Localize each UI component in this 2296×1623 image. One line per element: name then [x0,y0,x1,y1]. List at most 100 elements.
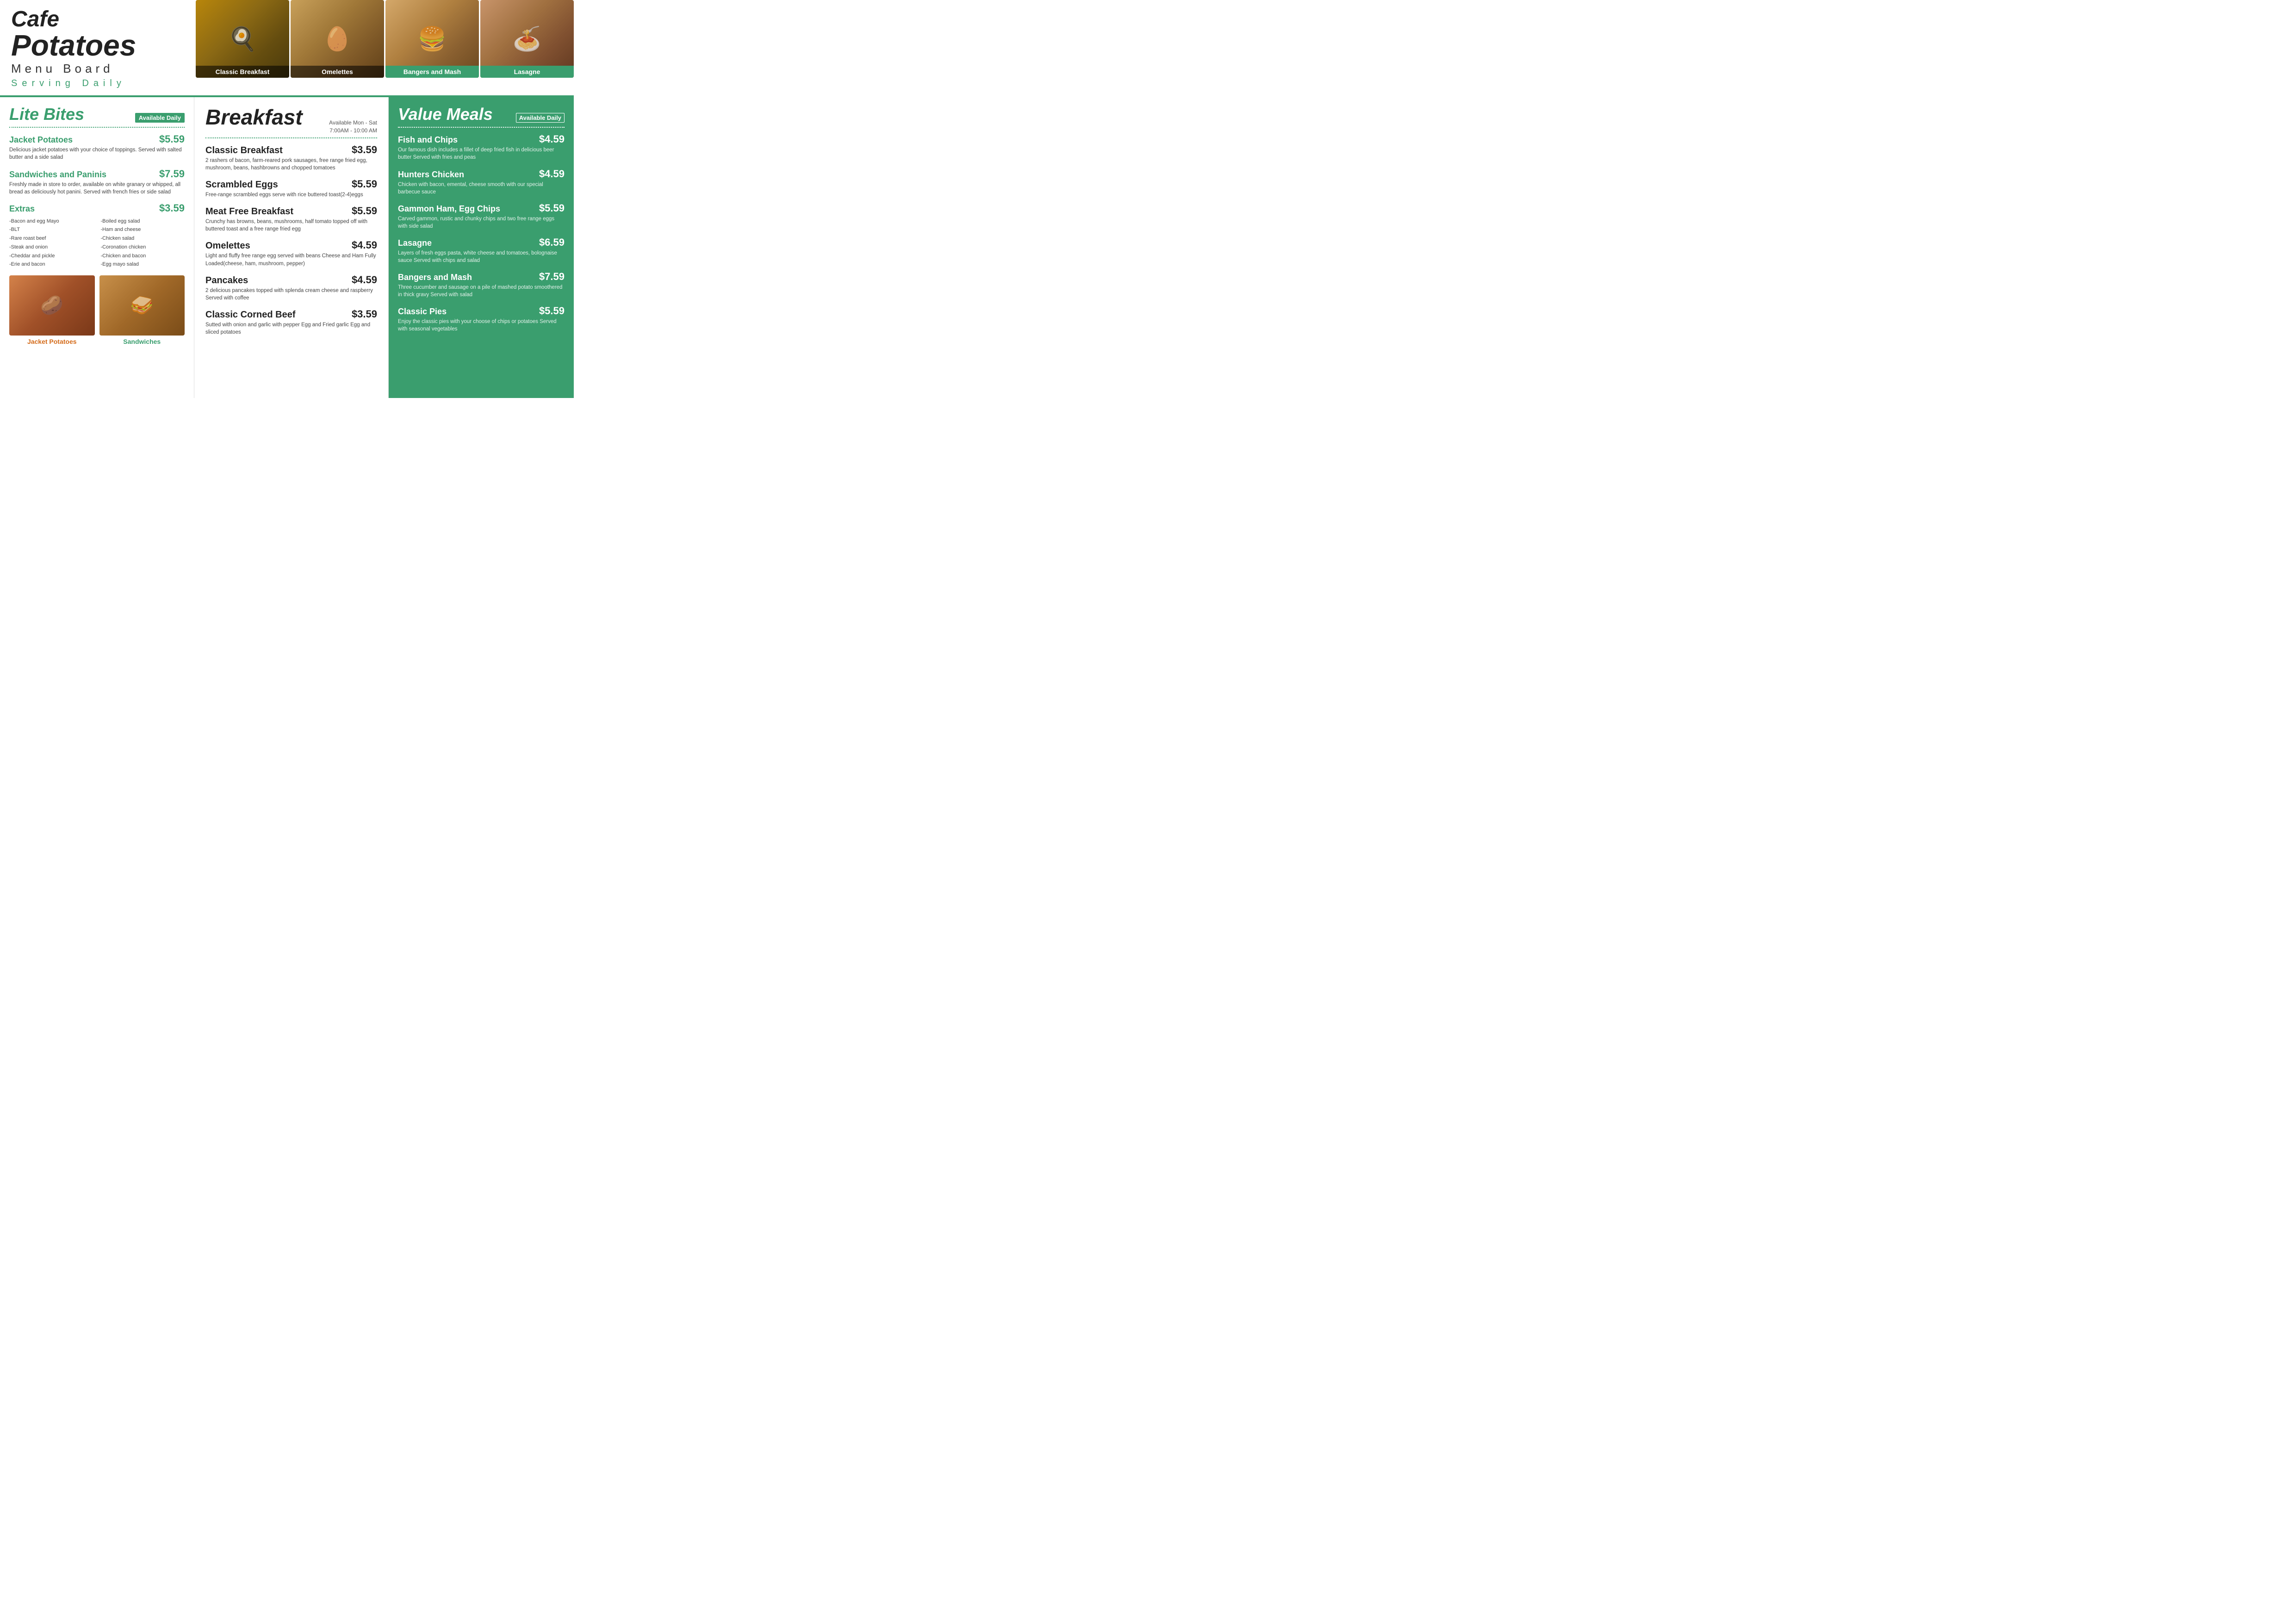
item-price-lasagne: $6.59 [539,236,565,249]
breakfast-times: Available Mon - Sat 7:00AM - 10:00 AM [329,119,377,135]
header-label-lasagne: Lasagne [480,66,574,78]
item-desc-classic-pies: Enjoy the classic pies with your choose … [398,318,565,333]
item-name-meat-free: Meat Free Breakfast [205,206,293,217]
lite-bites-title: Lite Bites [9,105,84,124]
extra-item: -Steak and onion [9,243,93,252]
item-desc-lasagne: Layers of fresh eggs pasta, white cheese… [398,249,565,264]
item-name-extras: Extras [9,204,35,214]
logo-serving: Serving Daily [11,77,183,90]
header-label-breakfast: Classic Breakfast [196,66,289,78]
breakfast-time-line1: Available Mon - Sat [329,119,377,127]
header-img-omelettes: 🥚 Omelettes [289,0,384,95]
bottom-img-jacket-potatoes: 🥔 Jacket Potatoes [9,275,95,345]
extra-item: -Chicken salad [101,234,185,243]
header-label-omelettes: Omelettes [291,66,384,78]
menu-item-omelettes: Omelettes $4.59 Light and fluffy free ra… [205,239,377,267]
value-meals-section: Value Meals Available Daily Fish and Chi… [389,97,574,398]
menu-item-sandwiches: Sandwiches and Paninis $7.59 Freshly mad… [9,168,185,196]
header-images: 🍳 Classic Breakfast 🥚 Omelettes 🍔 Banger… [194,0,574,95]
extra-item: -Coronation chicken [101,243,185,252]
extras-list: -Bacon and egg Mayo -BLT -Rare roast bee… [9,217,185,269]
value-meals-title: Value Meals [398,105,493,124]
header-img-lasagne: 🍝 Lasagne [479,0,574,95]
menu-item-bangers-mash: Bangers and Mash $7.59 Three cucumber an… [398,271,565,298]
value-meals-header: Value Meals Available Daily [398,105,565,124]
menu-item-extras: Extras $3.59 -Bacon and egg Mayo -BLT -R… [9,202,185,269]
extra-item: -Boiled egg salad [101,217,185,226]
value-meals-availability: Available Daily [516,113,565,123]
item-price-meat-free: $5.59 [352,205,377,217]
item-desc-sandwiches: Freshly made in store to order, availabl… [9,181,185,196]
item-price-sandwiches: $7.59 [159,168,185,180]
header-img-classic-breakfast: 🍳 Classic Breakfast [194,0,289,95]
item-price-bangers-mash: $7.59 [539,271,565,283]
logo-cafe: Cafe [11,8,183,31]
extra-item: -Egg mayo salad [101,260,185,269]
extra-item: -Erie and bacon [9,260,93,269]
bottom-label-sandwiches: Sandwiches [99,338,185,345]
item-desc-jacket-potatoes: Delicious jacket potatoes with your choi… [9,146,185,161]
extras-col-1: -Bacon and egg Mayo -BLT -Rare roast bee… [9,217,93,269]
logo-potatoes: Potatoes [11,31,183,60]
item-desc-classic-breakfast: 2 rashers of bacon, farm-reared pork sau… [205,157,377,172]
extra-item: -Chicken and bacon [101,252,185,261]
menu-item-fish-chips: Fish and Chips $4.59 Our famous dish inc… [398,133,565,161]
lite-bites-section: Lite Bites Available Daily Jacket Potato… [0,97,194,398]
item-price-fish-chips: $4.59 [539,133,565,145]
item-desc-bangers-mash: Three cucumber and sausage on a pile of … [398,284,565,298]
menu-item-lasagne: Lasagne $6.59 Layers of fresh eggs pasta… [398,236,565,264]
item-desc-scrambled-eggs: Free-range scrambled eggs serve with ric… [205,191,377,199]
item-price-extras: $3.59 [159,202,185,214]
value-meals-divider [398,127,565,128]
item-price-corned-beef: $3.59 [352,308,377,320]
breakfast-section: Breakfast Available Mon - Sat 7:00AM - 1… [194,97,389,398]
item-name-gammon-ham: Gammon Ham, Egg Chips [398,204,500,214]
item-price-classic-breakfast: $3.59 [352,144,377,156]
item-price-hunters-chicken: $4.59 [539,168,565,180]
breakfast-divider [205,137,377,138]
bottom-img-sandwiches: 🥪 Sandwiches [99,275,185,345]
item-name-classic-pies: Classic Pies [398,307,447,317]
item-name-hunters-chicken: Hunters Chicken [398,170,464,180]
item-name-fish-chips: Fish and Chips [398,135,458,145]
menu-item-gammon-ham: Gammon Ham, Egg Chips $5.59 Carved gammo… [398,202,565,230]
item-name-sandwiches: Sandwiches and Paninis [9,170,106,180]
main-content: Lite Bites Available Daily Jacket Potato… [0,97,574,398]
item-name-scrambled-eggs: Scrambled Eggs [205,180,278,190]
item-name-lasagne: Lasagne [398,238,432,248]
menu-item-classic-pies: Classic Pies $5.59 Enjoy the classic pie… [398,305,565,333]
menu-item-scrambled-eggs: Scrambled Eggs $5.59 Free-range scramble… [205,178,377,199]
extras-col-2: -Boiled egg salad -Ham and cheese -Chick… [101,217,185,269]
menu-item-jacket-potatoes: Jacket Potatoes $5.59 Delicious jacket p… [9,133,185,161]
extra-item: -Rare roast beef [9,234,93,243]
lite-bites-availability: Available Daily [135,113,185,123]
header-label-bangers: Bangers and Mash [385,66,479,78]
bottom-label-jacket-potatoes: Jacket Potatoes [9,338,95,345]
menu-item-meat-free: Meat Free Breakfast $5.59 Crunchy has br… [205,205,377,233]
item-desc-pancakes: 2 delicious pancakes topped with splenda… [205,287,377,302]
logo: Cafe Potatoes Menu Board Serving Daily [0,0,194,95]
item-name-jacket-potatoes: Jacket Potatoes [9,135,73,145]
lite-bites-header: Lite Bites Available Daily [9,105,185,124]
header-img-bangers: 🍔 Bangers and Mash [384,0,479,95]
item-desc-omelettes: Light and fluffy free range egg served w… [205,252,377,267]
item-price-pancakes: $4.59 [352,274,377,286]
item-price-gammon-ham: $5.59 [539,202,565,214]
item-price-omelettes: $4.59 [352,239,377,251]
item-name-omelettes: Omelettes [205,241,250,251]
item-name-classic-breakfast: Classic Breakfast [205,145,283,156]
logo-menu-board: Menu Board [11,60,183,77]
item-name-corned-beef: Classic Corned Beef [205,310,296,320]
menu-item-hunters-chicken: Hunters Chicken $4.59 Chicken with bacon… [398,168,565,196]
extra-item: -Ham and cheese [101,225,185,234]
menu-item-pancakes: Pancakes $4.59 2 delicious pancakes topp… [205,274,377,302]
item-name-bangers-mash: Bangers and Mash [398,273,472,282]
item-name-pancakes: Pancakes [205,275,248,286]
menu-item-classic-breakfast: Classic Breakfast $3.59 2 rashers of bac… [205,144,377,172]
header: Cafe Potatoes Menu Board Serving Daily 🍳… [0,0,574,97]
breakfast-header: Breakfast Available Mon - Sat 7:00AM - 1… [205,105,377,135]
extra-item: -Bacon and egg Mayo [9,217,93,226]
lite-bites-divider [9,127,185,128]
extra-item: -BLT [9,225,93,234]
extra-item: -Cheddar and pickle [9,252,93,261]
